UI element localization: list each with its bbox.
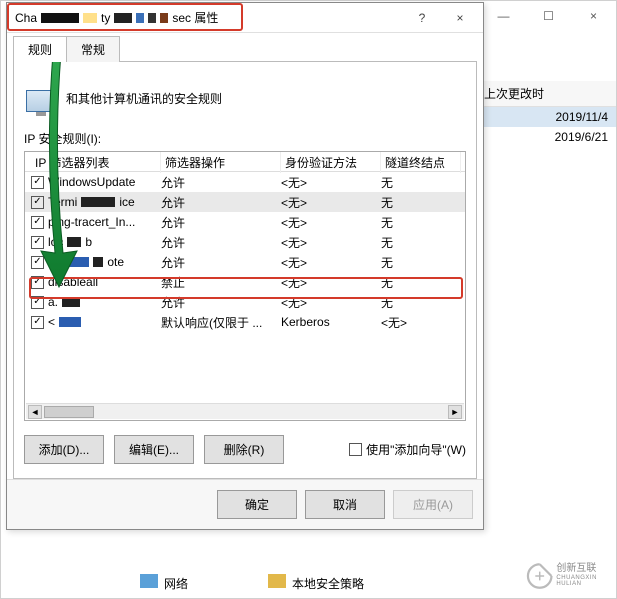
col-filter-list[interactable]: IP 筛选器列表	[31, 152, 161, 173]
tab-general[interactable]: 常规	[66, 36, 120, 62]
dialog-button-bar: 确定 取消 应用(A)	[7, 479, 483, 529]
tab-panel-rules: 和其他计算机通讯的安全规则 IP 安全规则(I): IP 筛选器列表 筛选器操作…	[13, 62, 477, 479]
list-row[interactable]: locote 允许 <无> 无	[25, 252, 465, 272]
apply-button[interactable]: 应用(A)	[393, 490, 473, 519]
edit-button[interactable]: 编辑(E)...	[114, 435, 194, 464]
row-checkbox[interactable]	[31, 276, 44, 289]
list-row[interactable]: WindowsUpdate 允许 <无> 无	[25, 172, 465, 192]
dialog-title-text: Cha ty sec 属性	[15, 9, 218, 26]
row-checkbox[interactable]	[31, 176, 44, 189]
network-icon	[140, 574, 158, 588]
background-list: 上次更改时 2019/11/4 2019/6/21	[476, 81, 616, 147]
list-row[interactable]: a. 允许 <无> 无	[25, 292, 465, 312]
rule-button-row: 添加(D)... 编辑(E)... 删除(R) 使用"添加向导"(W)	[24, 435, 466, 464]
listbox-header: IP 筛选器列表 筛选器操作 身份验证方法 隧道终结点	[25, 152, 465, 172]
row-checkbox[interactable]	[31, 296, 44, 309]
col-auth-method[interactable]: 身份验证方法	[281, 152, 381, 173]
watermark-logo: 创新互联 CHUANGXIN HULIAN	[525, 555, 615, 597]
scroll-left-button[interactable]: ◄	[28, 405, 42, 419]
cancel-button[interactable]: 取消	[305, 490, 385, 519]
row-checkbox[interactable]	[31, 216, 44, 229]
rule-header: 和其他计算机通讯的安全规则	[24, 84, 466, 112]
computer-icon	[24, 84, 56, 112]
footer-policy[interactable]: 本地安全策略	[268, 574, 364, 592]
rule-description: 和其他计算机通讯的安全规则	[66, 90, 222, 107]
list-row[interactable]: disableall 禁止 <无> 无	[25, 272, 465, 292]
scroll-thumb[interactable]	[44, 406, 94, 418]
wizard-check-icon[interactable]	[349, 443, 362, 456]
logo-icon	[525, 559, 554, 593]
footer-network[interactable]: 网络	[140, 574, 188, 592]
horizontal-scrollbar[interactable]: ◄ ►	[26, 403, 464, 419]
list-row[interactable]: Termiice 允许 <无> 无	[25, 192, 465, 212]
tab-rules[interactable]: 规则	[13, 36, 67, 62]
remove-button[interactable]: 删除(R)	[204, 435, 284, 464]
scroll-right-button[interactable]: ►	[448, 405, 462, 419]
bg-row-1[interactable]: 2019/6/21	[476, 127, 616, 147]
tab-strip: 规则 常规	[13, 35, 477, 62]
use-wizard-checkbox[interactable]: 使用"添加向导"(W)	[349, 441, 466, 458]
bg-row-0[interactable]: 2019/11/4	[476, 107, 616, 127]
background-titlebar: — ☐ ×	[481, 1, 616, 31]
properties-dialog: Cha ty sec 属性 ? × 规则 常规 和其他计算机通讯的安全规则 IP…	[6, 2, 484, 530]
ip-rules-label: IP 安全规则(I):	[24, 130, 466, 147]
ok-button[interactable]: 确定	[217, 490, 297, 519]
shield-icon	[268, 574, 286, 588]
row-checkbox[interactable]	[31, 256, 44, 269]
row-checkbox[interactable]	[31, 236, 44, 249]
row-checkbox[interactable]	[31, 196, 44, 209]
bg-column-header[interactable]: 上次更改时	[476, 81, 616, 107]
maximize-button-bg[interactable]: ☐	[526, 2, 571, 30]
close-button[interactable]: ×	[441, 5, 479, 31]
col-filter-action[interactable]: 筛选器操作	[161, 152, 281, 173]
list-row[interactable]: locb 允许 <无> 无	[25, 232, 465, 252]
add-button[interactable]: 添加(D)...	[24, 435, 104, 464]
list-row[interactable]: < 默认响应(仅限于 ... Kerberos <无>	[25, 312, 465, 332]
minimize-button-bg[interactable]: —	[481, 2, 526, 30]
list-row[interactable]: ping-tracert_In... 允许 <无> 无	[25, 212, 465, 232]
dialog-titlebar[interactable]: Cha ty sec 属性 ? ×	[7, 3, 483, 33]
ip-rules-listbox[interactable]: IP 筛选器列表 筛选器操作 身份验证方法 隧道终结点 WindowsUpdat…	[24, 151, 466, 421]
col-tunnel-endpoint[interactable]: 隧道终结点	[381, 152, 461, 173]
close-button-bg[interactable]: ×	[571, 2, 616, 30]
help-button[interactable]: ?	[403, 5, 441, 31]
row-checkbox[interactable]	[31, 316, 44, 329]
